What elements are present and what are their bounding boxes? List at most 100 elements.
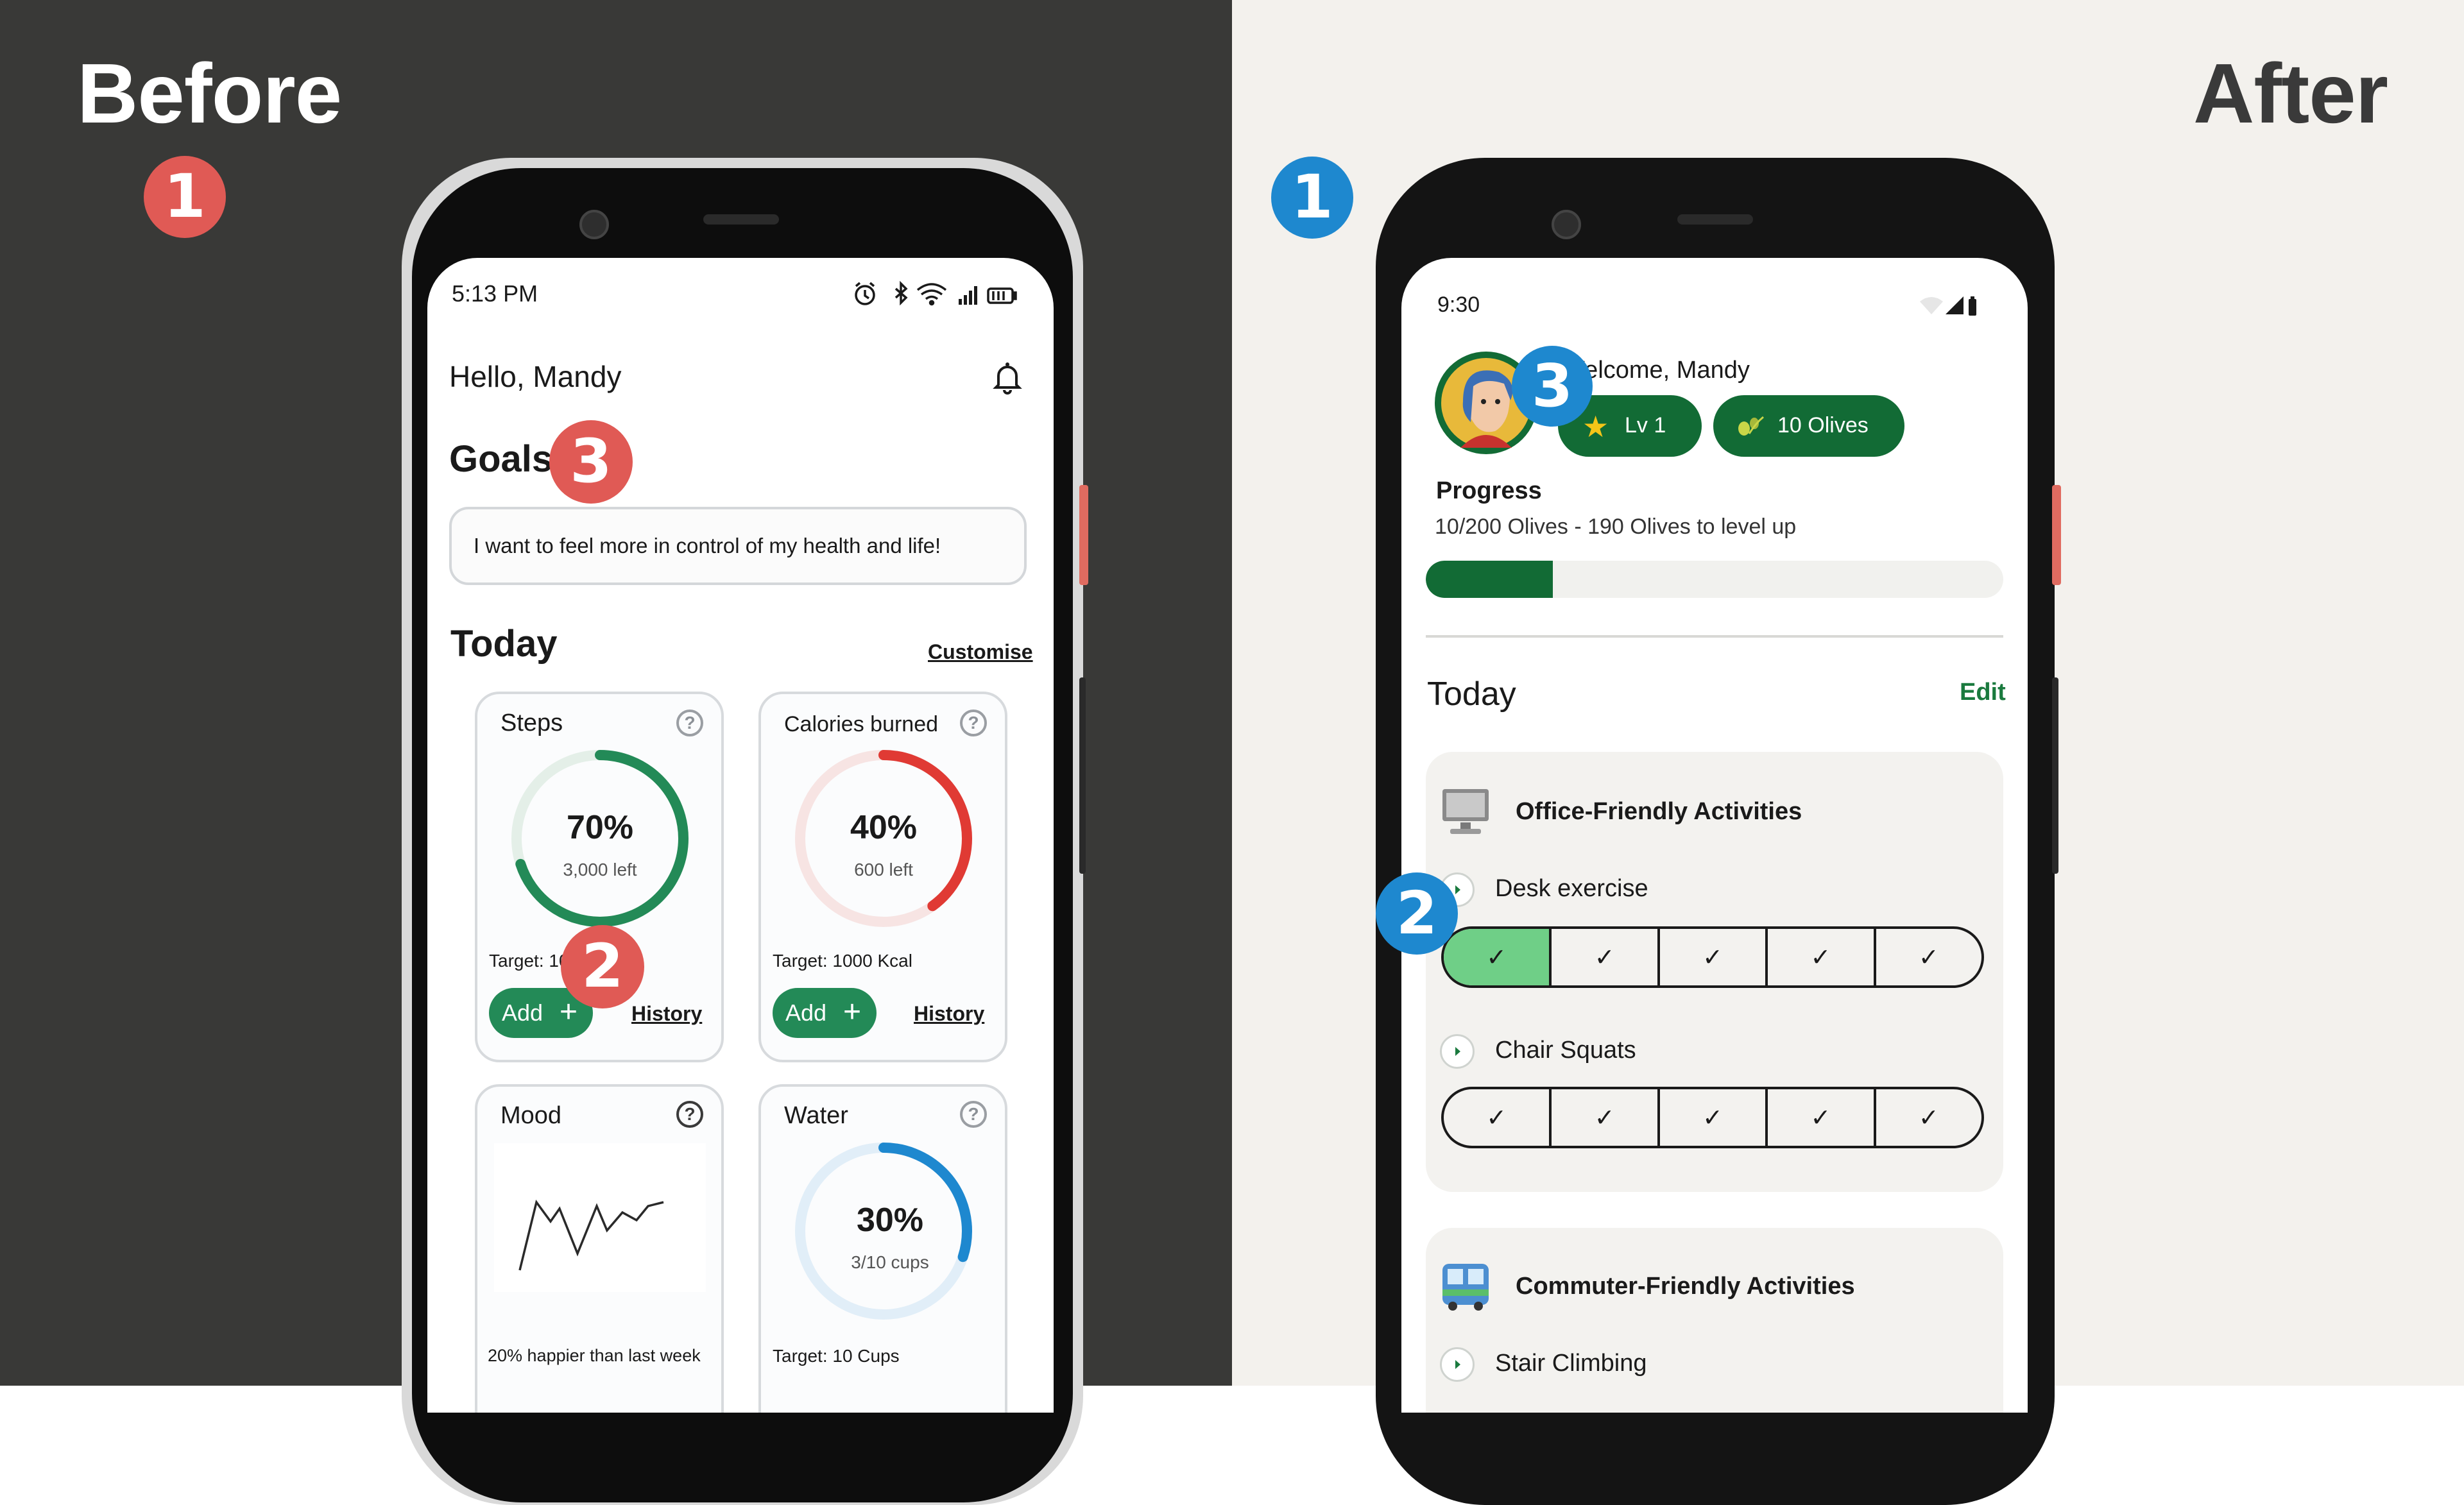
bluetooth-icon xyxy=(894,280,908,306)
earpiece-speaker xyxy=(703,214,779,225)
activity-group-card: Office-Friendly Activities Desk exercise… xyxy=(1426,752,2003,1192)
olives-chip-label: 10 Olives xyxy=(1777,413,1869,438)
activity-name: Stair Climbing xyxy=(1495,1350,1647,1377)
checkin-tracker: ✓ ✓ ✓ ✓ ✓ xyxy=(1441,926,1984,988)
checkin-day[interactable]: ✓ xyxy=(1657,929,1765,985)
olive-icon xyxy=(1738,416,1764,436)
annotation-badge-1: 1 xyxy=(1271,157,1353,239)
water-title: Water xyxy=(784,1102,848,1129)
progress-title: Progress xyxy=(1436,477,1542,504)
checkin-day[interactable]: ✓ xyxy=(1549,1089,1657,1146)
volume-button xyxy=(2052,677,2058,874)
mood-card[interactable]: Mood ? 20% happier than last week xyxy=(475,1084,724,1413)
add-button-label: Add xyxy=(502,999,543,1026)
help-icon[interactable]: ? xyxy=(960,710,987,736)
annotation-badge-3: 3 xyxy=(549,420,633,504)
wifi-icon xyxy=(1920,297,1943,314)
goal-statement-box[interactable]: I want to feel more in control of my hea… xyxy=(449,507,1027,585)
status-icons xyxy=(1919,295,1979,317)
calories-card[interactable]: Calories burned ? 40% 600 left Target: 1… xyxy=(758,692,1007,1062)
bus-icon xyxy=(1442,1264,1489,1311)
signal-icon xyxy=(1946,296,1964,314)
help-icon[interactable]: ? xyxy=(960,1101,987,1128)
star-icon: ★ xyxy=(1582,410,1609,443)
progress-bar-fill xyxy=(1426,561,1553,598)
group-title: Office-Friendly Activities xyxy=(1516,798,1802,825)
group-title: Commuter-Friendly Activities xyxy=(1516,1273,1855,1300)
customise-link[interactable]: Customise xyxy=(928,640,1033,664)
signal-icon xyxy=(959,286,977,305)
calories-percent: 40% xyxy=(850,809,918,846)
plus-icon: + xyxy=(560,995,578,1029)
divider xyxy=(1426,635,2003,638)
front-camera xyxy=(579,210,609,239)
mood-title: Mood xyxy=(501,1102,562,1129)
checkin-day[interactable]: ✓ xyxy=(1873,1089,1981,1146)
water-left: 3/10 cups xyxy=(851,1252,929,1272)
help-icon[interactable]: ? xyxy=(676,710,703,736)
olives-chip[interactable]: 10 Olives xyxy=(1713,395,1904,457)
power-button xyxy=(1079,485,1088,585)
plus-icon: + xyxy=(843,995,862,1029)
greeting: Hello, Mandy xyxy=(449,360,622,393)
bell-icon[interactable] xyxy=(992,361,1023,395)
computer-icon xyxy=(1442,789,1489,834)
volume-button xyxy=(1079,677,1086,874)
steps-percent: 70% xyxy=(566,809,634,846)
checkin-tracker: ✓ ✓ ✓ ✓ ✓ xyxy=(1441,1087,1984,1148)
expand-button[interactable] xyxy=(1440,1347,1475,1382)
battery-icon xyxy=(1969,299,1976,316)
calories-add-button[interactable]: Add + xyxy=(773,988,877,1038)
after-heading: After xyxy=(2193,46,2388,140)
goal-statement-text: I want to feel more in control of my hea… xyxy=(474,534,941,557)
edit-link[interactable]: Edit xyxy=(1960,679,2006,706)
mood-note: 20% happier than last week xyxy=(488,1346,701,1365)
activity-group-card: Commuter-Friendly Activities Stair Climb… xyxy=(1426,1228,2003,1413)
mood-graph xyxy=(494,1143,706,1292)
water-target: Target: 10 Cups xyxy=(773,1346,900,1366)
checkin-day[interactable]: ✓ xyxy=(1657,1089,1765,1146)
checkin-day[interactable]: ✓ xyxy=(1444,1089,1549,1146)
calories-left: 600 left xyxy=(854,860,913,880)
steps-left: 3,000 left xyxy=(563,860,637,880)
expand-button[interactable] xyxy=(1440,1034,1475,1069)
battery-icon xyxy=(987,287,1017,304)
checkin-day[interactable]: ✓ xyxy=(1873,929,1981,985)
calories-target: Target: 1000 Kcal xyxy=(773,951,912,971)
steps-target: Target: 10 xyxy=(489,951,569,971)
checkin-day[interactable]: ✓ xyxy=(1765,929,1873,985)
status-time: 9:30 xyxy=(1437,293,1480,317)
activity-name: Chair Squats xyxy=(1495,1037,1636,1064)
status-icons xyxy=(851,280,1043,308)
checkin-day[interactable]: ✓ xyxy=(1765,1089,1873,1146)
annotation-badge-3: 3 xyxy=(1512,346,1593,427)
annotation-badge-1: 1 xyxy=(144,156,226,238)
wifi-icon xyxy=(916,283,947,306)
today-title: Today xyxy=(1427,676,1516,713)
front-camera xyxy=(1552,210,1581,239)
annotation-badge-2: 2 xyxy=(561,925,644,1008)
activity-name: Desk exercise xyxy=(1495,875,1648,902)
steps-history-link[interactable]: History xyxy=(631,1002,702,1026)
today-title: Today xyxy=(450,623,558,665)
checkin-day[interactable]: ✓ xyxy=(1444,929,1550,985)
goals-title: Goals xyxy=(449,438,553,480)
progress-text: 10/200 Olives - 190 Olives to level up xyxy=(1435,514,1797,539)
add-button-label: Add xyxy=(785,999,827,1026)
water-card[interactable]: Water ? 30% 3/10 cups Target: 10 Cups xyxy=(758,1084,1007,1413)
power-button xyxy=(2052,485,2061,585)
checkin-day[interactable]: ✓ xyxy=(1549,929,1657,985)
steps-title: Steps xyxy=(501,710,563,736)
help-icon[interactable]: ? xyxy=(676,1101,703,1128)
status-time: 5:13 PM xyxy=(452,280,538,307)
before-screen: 5:13 PM Hello, Mandy Goals I want to fee… xyxy=(427,258,1054,1413)
after-screen: 9:30 Welcome, Mandy ★ Lv 1 10 Olives Pro… xyxy=(1401,258,2028,1413)
level-chip-label: Lv 1 xyxy=(1625,413,1666,438)
before-heading: Before xyxy=(77,46,342,140)
calories-history-link[interactable]: History xyxy=(914,1002,984,1026)
calories-title: Calories burned xyxy=(784,712,939,736)
progress-bar xyxy=(1426,561,2003,598)
annotation-badge-2: 2 xyxy=(1376,872,1458,955)
earpiece-speaker xyxy=(1677,214,1753,225)
alarm-icon xyxy=(855,282,875,305)
